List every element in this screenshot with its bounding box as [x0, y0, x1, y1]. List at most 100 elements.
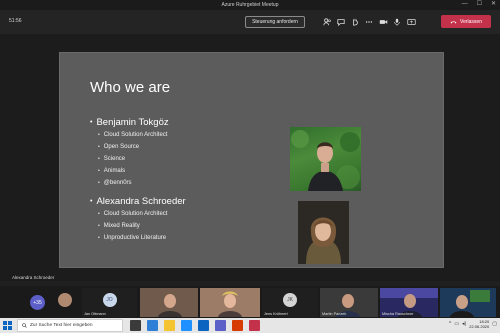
bullet-icon: • — [98, 223, 100, 229]
shared-content-stage: Who we are • Benjamin Tokgöz • Cloud Solu… — [0, 34, 500, 281]
store-icon[interactable] — [181, 320, 192, 331]
meeting-toolbar: 51:56 Steuerung anfordern Verlassen — [0, 10, 500, 34]
avatar: JK — [283, 293, 297, 307]
outlook-icon[interactable] — [198, 320, 209, 331]
person-section-2: • Alexandra Schroeder • Cloud Solution Ar… — [90, 194, 186, 244]
meeting-tool-icons — [320, 16, 418, 28]
microphone-icon[interactable] — [390, 16, 404, 28]
window-controls: — ☐ ✕ — [462, 1, 496, 8]
more-options-icon[interactable] — [362, 16, 376, 28]
detail-item: • Unproductive Literature — [98, 232, 186, 244]
slide-title: Who we are — [90, 79, 171, 96]
bullet-icon: • — [98, 235, 100, 241]
avatar: JO — [102, 293, 117, 307]
detail-item: • Cloud Solution Architect — [98, 208, 186, 220]
windows-taskbar: Zur Suche Text hier eingeben ^ ▭ ◂) 18:2… — [0, 318, 500, 333]
bullet-icon: • — [98, 144, 100, 150]
leave-button[interactable]: Verlassen — [441, 15, 491, 28]
participant-tile[interactable]: Mischa Rauschner — [380, 288, 438, 317]
participant-name: Jan Ottmann — [84, 312, 106, 316]
person-details-list: • Cloud Solution Architect • Open Source •… — [98, 129, 169, 189]
bullet-icon: • — [98, 180, 100, 186]
participant-video — [200, 288, 260, 317]
bullet-icon: • — [98, 156, 100, 162]
powerpoint-icon[interactable] — [232, 320, 243, 331]
bullet-icon: • — [90, 118, 93, 126]
close-icon[interactable]: ✕ — [491, 1, 496, 8]
clock-date: 22.06.2020 — [469, 324, 490, 329]
teams-icon[interactable] — [215, 320, 226, 331]
window-title: Azure Ruhrgebiet Meetup — [221, 2, 279, 8]
chevron-up-icon[interactable]: ^ — [449, 321, 451, 327]
volume-icon[interactable]: ◂) — [462, 321, 466, 327]
bullet-icon: • — [98, 168, 100, 174]
detail-text: Open Source — [103, 144, 140, 150]
minimize-icon[interactable]: — — [462, 1, 468, 8]
detail-text: Animals — [103, 168, 126, 174]
participant-tile[interactable] — [440, 288, 496, 317]
task-view-icon[interactable] — [130, 320, 141, 331]
participant-tile[interactable] — [200, 288, 260, 317]
person-details-list: • Cloud Solution Architect • Mixed Reality… — [98, 208, 186, 244]
share-screen-icon[interactable] — [404, 16, 418, 28]
participant-strip: +35 JO Jan Ottmann JK Jens Krühnert Mart… — [0, 286, 500, 318]
detail-item: • @benn0rs — [98, 177, 169, 189]
meeting-timer: 51:56 — [9, 18, 22, 24]
detail-text: Science — [103, 156, 126, 162]
presenter-name: Alexandra Schroeder — [12, 275, 55, 280]
title-bar: Azure Ruhrgebiet Meetup — ☐ ✕ — [0, 0, 500, 10]
detail-item: • Mixed Reality — [98, 220, 186, 232]
detail-item: • Science — [98, 153, 169, 165]
search-placeholder: Zur Suche Text hier eingeben — [30, 323, 93, 328]
taskbar-apps — [130, 320, 260, 331]
presentation-slide: Who we are • Benjamin Tokgöz • Cloud Solu… — [59, 52, 444, 268]
network-icon[interactable]: ▭ — [454, 321, 459, 327]
participant-video — [140, 288, 198, 317]
avatar — [58, 293, 72, 307]
bullet-icon: • — [98, 211, 100, 217]
detail-text: @benn0rs — [103, 180, 132, 186]
raise-hand-icon[interactable] — [348, 16, 362, 28]
detail-text: Cloud Solution Architect — [103, 132, 168, 138]
more-participants-badge[interactable]: +35 — [30, 295, 45, 310]
participant-name: Mischa Rauschner — [382, 312, 414, 316]
participant-tile[interactable] — [140, 288, 198, 317]
photo-alexandra — [298, 201, 349, 264]
camera-icon[interactable] — [376, 16, 390, 28]
phone-icon — [450, 20, 457, 23]
edge-icon[interactable] — [147, 320, 158, 331]
app-icon[interactable] — [249, 320, 260, 331]
participant-tile[interactable]: Martin Parizek — [320, 288, 378, 317]
participant-video — [440, 288, 496, 317]
system-tray: ^ ▭ ◂) 18:20 22.06.2020 ▢ — [449, 319, 497, 329]
participant-tile[interactable]: JO Jan Ottmann — [82, 288, 137, 317]
detail-item: • Open Source — [98, 141, 169, 153]
leave-label: Verlassen — [460, 18, 482, 25]
participant-name: Jens Krühnert — [264, 312, 288, 316]
participant-tile[interactable] — [50, 288, 80, 317]
photo-benjamin — [290, 127, 361, 191]
person-name-row: • Alexandra Schroeder — [90, 194, 186, 208]
taskbar-clock[interactable]: 18:20 22.06.2020 — [469, 319, 489, 329]
participant-name: Martin Parizek — [322, 312, 347, 316]
person-name: Alexandra Schroeder — [96, 195, 186, 207]
search-icon — [22, 323, 27, 328]
teams-meeting-window: Azure Ruhrgebiet Meetup — ☐ ✕ 51:56 Steu… — [0, 0, 500, 333]
detail-text: Cloud Solution Architect — [103, 211, 168, 217]
file-explorer-icon[interactable] — [164, 320, 175, 331]
notifications-icon[interactable]: ▢ — [492, 321, 497, 327]
bullet-icon: • — [90, 197, 93, 205]
detail-item: • Cloud Solution Architect — [98, 129, 169, 141]
person-section-1: • Benjamin Tokgöz • Cloud Solution Archit… — [90, 115, 169, 189]
maximize-icon[interactable]: ☐ — [477, 1, 482, 8]
request-control-button[interactable]: Steuerung anfordern — [245, 16, 305, 28]
bullet-icon: • — [98, 132, 100, 138]
detail-item: • Animals — [98, 165, 169, 177]
chat-icon[interactable] — [334, 16, 348, 28]
windows-start-icon[interactable] — [3, 321, 12, 330]
participants-icon[interactable] — [320, 16, 334, 28]
detail-text: Unproductive Literature — [103, 235, 167, 241]
detail-text: Mixed Reality — [103, 223, 140, 229]
participant-tile[interactable]: JK Jens Krühnert — [262, 288, 318, 317]
taskbar-search-input[interactable]: Zur Suche Text hier eingeben — [17, 319, 123, 332]
